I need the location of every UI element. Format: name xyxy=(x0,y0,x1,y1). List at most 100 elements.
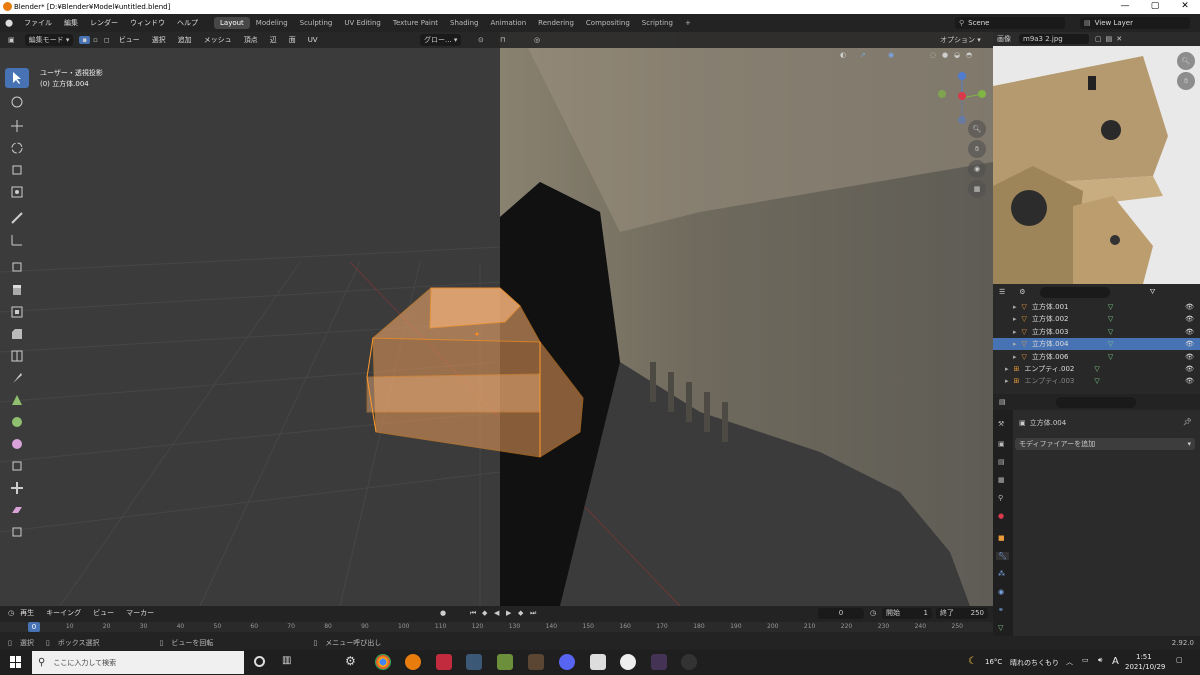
preview-range-icon[interactable]: ◷ xyxy=(870,609,876,617)
annotate-tool[interactable] xyxy=(5,208,29,228)
timeline[interactable]: ◷ 再生 キーイング ビュー マーカー ● ⏮ ◆ ◀ ▶ ◆ ⏭ 0 ◷ 開始… xyxy=(0,606,993,636)
blender-app-icon[interactable] xyxy=(405,654,421,670)
proportional-edit-icon[interactable]: ◎ xyxy=(534,36,540,44)
expand-arrow-icon[interactable]: ▸ xyxy=(1005,377,1009,385)
visibility-eye-icon[interactable]: 👁︎ xyxy=(1185,328,1194,336)
next-key-icon[interactable]: ◆ xyxy=(518,609,523,617)
current-frame-field[interactable]: 0 xyxy=(818,607,864,619)
constraints-props-icon[interactable]: ⚭ xyxy=(998,606,1004,614)
new-image-icon[interactable]: ▢ xyxy=(1095,35,1102,43)
image-selector[interactable]: m9a3 2.jpg xyxy=(1019,34,1089,44)
close-icon[interactable]: ✕ xyxy=(1170,0,1200,14)
taskbar-search-box[interactable]: ⚲ ここに入力して検索 xyxy=(32,651,244,674)
expand-arrow-icon[interactable]: ▸ xyxy=(1013,340,1017,348)
cortana-icon[interactable] xyxy=(254,656,265,667)
timeline-menu-marker[interactable]: マーカー xyxy=(120,608,160,618)
image-pan-icon[interactable]: ✋︎ xyxy=(1177,72,1195,90)
outliner-filter-mode-icon[interactable]: ⚙ xyxy=(1019,288,1025,296)
add-cube-tool[interactable] xyxy=(5,256,29,276)
terminal-icon[interactable] xyxy=(590,654,606,670)
outliner-filter-icon[interactable]: ⛛ xyxy=(1150,288,1156,297)
solid-shading-icon[interactable]: ● xyxy=(942,51,948,59)
menu-edit[interactable]: 編集 xyxy=(58,18,84,28)
tab-rendering[interactable]: Rendering xyxy=(532,17,580,29)
yukkuri-icon[interactable] xyxy=(620,654,636,670)
video-app-icon[interactable] xyxy=(651,654,667,670)
end-frame-field[interactable]: 終了 250 xyxy=(936,607,988,619)
menu-window[interactable]: ウィンドウ xyxy=(124,18,171,28)
menu-file[interactable]: ファイル xyxy=(18,18,58,28)
object-props-icon[interactable]: ■ xyxy=(998,534,1005,542)
image-editor[interactable]: 画像 m9a3 2.jpg ▢ ▤ ✕ 🔍︎ ✋︎ xyxy=(993,32,1200,284)
overlay-icon[interactable]: ◐ xyxy=(840,51,846,59)
tab-uv-editing[interactable]: UV Editing xyxy=(338,17,387,29)
clock-date[interactable]: 2021/10/29 xyxy=(1125,663,1165,671)
add-workspace-icon[interactable]: + xyxy=(679,17,697,29)
outliner-item[interactable]: ▸ ▽ 立方体.006 ▽ 👁︎ xyxy=(993,351,1200,363)
discord-icon[interactable] xyxy=(559,654,575,670)
expand-arrow-icon[interactable]: ▸ xyxy=(1013,315,1017,323)
vp-menu-edge[interactable]: 辺 xyxy=(264,35,283,45)
view-layer-selector[interactable]: ▤ View Layer xyxy=(1080,17,1190,29)
snap-icon[interactable]: ⊓ xyxy=(500,36,505,44)
record-icon[interactable]: ● xyxy=(440,609,446,617)
knife-tool[interactable] xyxy=(5,368,29,388)
pin-icon[interactable]: 📌︎ xyxy=(1183,418,1192,426)
task-view-icon[interactable]: ▥ xyxy=(282,655,291,666)
vp-menu-uv[interactable]: UV xyxy=(302,36,324,44)
vp-menu-face[interactable]: 面 xyxy=(283,35,302,45)
outliner-item[interactable]: ▸ ▽ 立方体.004 ▽ 👁︎ xyxy=(993,338,1200,351)
settings-gear-icon[interactable]: ⚙ xyxy=(345,654,356,668)
unlink-image-icon[interactable]: ✕ xyxy=(1116,35,1122,43)
open-image-icon[interactable]: ▤ xyxy=(1106,35,1113,43)
gizmo-neg-y-axis[interactable] xyxy=(938,90,946,98)
expand-arrow-icon[interactable]: ▸ xyxy=(1013,353,1017,361)
measure-tool[interactable] xyxy=(5,230,29,250)
outliner-item[interactable]: ▸ ▽ 立方体.001 ▽ 👁︎ xyxy=(993,301,1200,313)
visibility-eye-icon[interactable]: 👁︎ xyxy=(1185,365,1194,373)
edge-slide-tool[interactable] xyxy=(5,456,29,476)
mode-selector[interactable]: 編集モード ▾ xyxy=(24,34,74,46)
weather-icon[interactable]: ☾ xyxy=(968,656,977,667)
tab-modeling[interactable]: Modeling xyxy=(250,17,294,29)
windows-start-icon[interactable] xyxy=(10,656,22,668)
scale-tool[interactable] xyxy=(5,160,29,180)
edge-select-icon[interactable]: ▫ xyxy=(90,36,101,44)
particles-props-icon[interactable]: ⁂ xyxy=(998,570,1005,578)
output-props-icon[interactable]: ▤ xyxy=(998,458,1005,466)
gizmo-toggle-icon[interactable]: ➚ xyxy=(860,51,866,59)
gizmo-z-axis[interactable] xyxy=(958,72,966,80)
scene-props-icon[interactable]: ⚲ xyxy=(998,494,1003,502)
chrome-icon[interactable] xyxy=(375,654,391,670)
zoom-icon[interactable]: 🔍︎ xyxy=(968,120,986,138)
tab-layout[interactable]: Layout xyxy=(214,17,250,29)
face-select-icon[interactable]: ◻ xyxy=(101,36,113,44)
expand-arrow-icon[interactable]: ▸ xyxy=(1005,365,1009,373)
jump-start-icon[interactable]: ⏮ xyxy=(470,609,476,618)
outliner[interactable]: ☰ ⚙ ⛛ ▸ ▽ 立方体.001 ▽ 👁︎ ▸ ▽ 立方体.002 ▽ 👁︎ ▸ ▽ 立方体.003 ▽… xyxy=(993,284,1200,394)
view-layer-props-icon[interactable]: ▦ xyxy=(998,476,1005,484)
expand-arrow-icon[interactable]: ▸ xyxy=(1013,328,1017,336)
play-icon[interactable]: ▶ xyxy=(506,609,511,617)
play-reverse-icon[interactable]: ◀ xyxy=(494,609,499,617)
minimize-icon[interactable]: — xyxy=(1110,0,1140,14)
menu-render[interactable]: レンダー xyxy=(84,18,124,28)
viewport-scene[interactable] xyxy=(0,32,993,606)
tray-chevron-icon[interactable]: ︿ xyxy=(1066,657,1073,667)
blender-menu-icon[interactable]: ⬤ xyxy=(0,19,18,27)
outliner-item[interactable]: ▸ ⊞ エンプティ.002 ▽ 👁︎ xyxy=(993,363,1200,375)
pan-hand-icon[interactable]: ✋︎ xyxy=(968,140,986,158)
shrink-fatten-tool[interactable] xyxy=(5,478,29,498)
tab-scripting[interactable]: Scripting xyxy=(636,17,679,29)
expand-arrow-icon[interactable]: ▸ xyxy=(1013,303,1017,311)
smooth-tool[interactable] xyxy=(5,434,29,454)
prev-key-icon[interactable]: ◆ xyxy=(482,609,487,617)
outliner-item[interactable]: ▸ ⊞ エンプティ.003 ▽ 👁︎ xyxy=(993,375,1200,387)
vp-menu-view[interactable]: ビュー xyxy=(113,35,146,45)
add-modifier-button[interactable]: モディファイアーを追加 ▾ xyxy=(1015,438,1195,450)
rip-tool[interactable] xyxy=(5,522,29,542)
visibility-eye-icon[interactable]: 👁︎ xyxy=(1185,340,1194,348)
frame-ruler[interactable]: 0 10 20 30 40 50 60 70 80 90 100 110 120 130 140 150 160… xyxy=(0,622,993,632)
affinity-icon[interactable] xyxy=(436,654,452,670)
move-tool[interactable] xyxy=(5,116,29,136)
